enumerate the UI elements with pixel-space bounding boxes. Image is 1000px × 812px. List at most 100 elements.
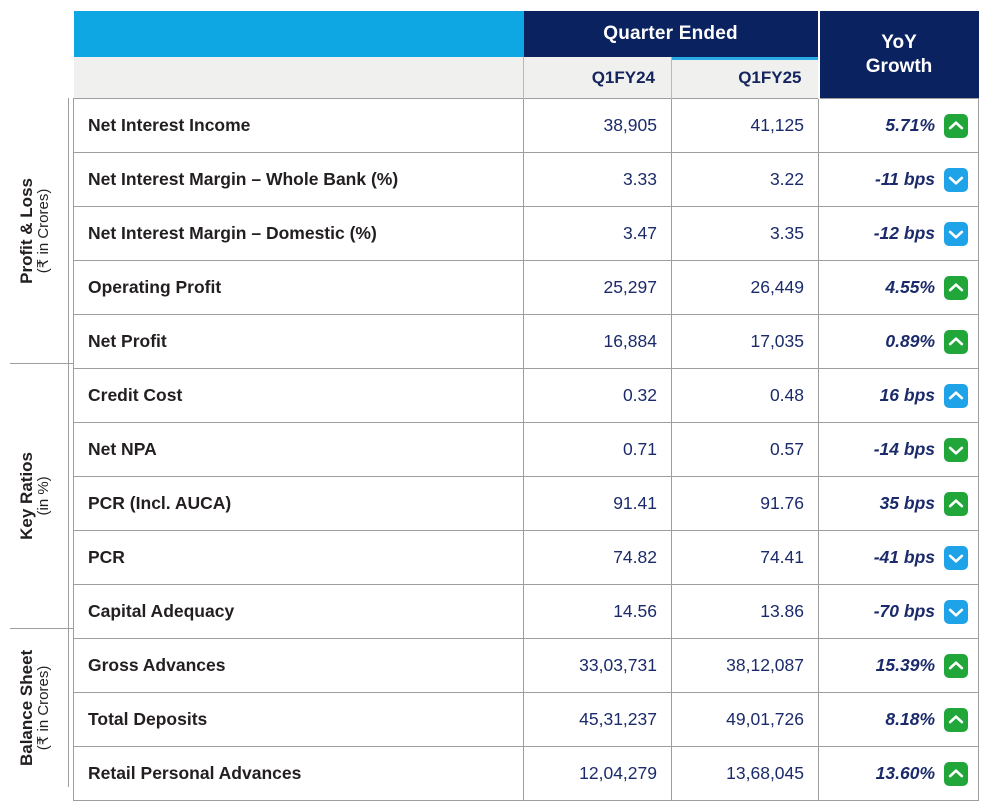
cell-yoy-growth: -12 bps (818, 206, 980, 261)
cell-q1fy24: 16,884 (523, 314, 672, 369)
section-divider (10, 628, 73, 629)
yoy-value: -11 bps (875, 169, 936, 189)
row-label: Net NPA (73, 422, 524, 477)
row-label: Net Interest Margin – Whole Bank (%) (73, 152, 524, 207)
cell-yoy-growth: -11 bps (818, 152, 980, 207)
cell-yoy-growth: 0.89% (818, 314, 980, 369)
row-label: Net Interest Income (73, 98, 524, 153)
yoy-value: 16 bps (879, 385, 936, 405)
cell-q1fy24: 14.56 (523, 584, 672, 639)
table-row: Operating Profit 25,297 26,449 4.55% (73, 260, 980, 315)
row-label: PCR (73, 530, 524, 585)
table-row: Net Interest Margin – Whole Bank (%) 3.33… (73, 152, 980, 207)
cell-q1fy24: 25,297 (523, 260, 672, 315)
section-title: Profit & Loss (17, 177, 37, 284)
chevron-up-icon-badge (944, 707, 969, 732)
chevron-up-icon-badge (944, 761, 969, 786)
header-col-q1fy24: Q1FY24 (523, 57, 672, 99)
table-row: Net NPA 0.71 0.57 -14 bps (73, 422, 980, 477)
header-spacer-grey (73, 57, 524, 99)
cell-q1fy25: 41,125 (671, 98, 820, 153)
cell-yoy-growth: 35 bps (818, 476, 980, 531)
header-quarter-ended: Quarter Ended (523, 11, 819, 57)
chevron-down-icon-badge (944, 221, 969, 246)
row-label: Credit Cost (73, 368, 524, 423)
cell-q1fy24: 0.71 (523, 422, 672, 477)
section-label-2: Key Ratios (in %) (0, 363, 70, 628)
cell-yoy-growth: 15.39% (818, 638, 980, 693)
header-row-top: Quarter Ended YoY Growth (73, 11, 979, 99)
yoy-value: -12 bps (873, 223, 936, 243)
table-row: Gross Advances 33,03,731 38,12,087 15.39% (73, 638, 980, 693)
table-header: Quarter Ended YoY Growth Q1FY24 Q1FY25 (73, 11, 979, 99)
table-row: PCR (Incl. AUCA) 91.41 91.76 35 bps (73, 476, 980, 531)
cell-q1fy25: 13,68,045 (671, 746, 820, 801)
cell-q1fy25: 91.76 (671, 476, 820, 531)
row-label: Retail Personal Advances (73, 746, 524, 801)
section-subtitle: (₹ in Crores) (35, 665, 53, 750)
row-label: Net Profit (73, 314, 524, 369)
cell-yoy-growth: -14 bps (818, 422, 980, 477)
table-row: Total Deposits 45,31,237 49,01,726 8.18% (73, 692, 980, 747)
yoy-value: -41 bps (873, 547, 936, 567)
yoy-value: 35 bps (879, 493, 936, 513)
section-rail (68, 98, 69, 363)
chevron-up-icon-badge (944, 383, 969, 408)
table-row: Net Profit 16,884 17,035 0.89% (73, 314, 980, 369)
cell-q1fy25: 13.86 (671, 584, 820, 639)
cell-q1fy25: 3.35 (671, 206, 820, 261)
row-label: PCR (Incl. AUCA) (73, 476, 524, 531)
cell-yoy-growth: 4.55% (818, 260, 980, 315)
cell-q1fy24: 0.32 (523, 368, 672, 423)
cell-yoy-growth: 8.18% (818, 692, 980, 747)
cell-q1fy24: 3.47 (523, 206, 672, 261)
section-title: Key Ratios (17, 451, 37, 540)
cell-q1fy25: 3.22 (671, 152, 820, 207)
yoy-value: -70 bps (873, 601, 936, 621)
header-spacer-cyan (73, 11, 524, 57)
results-table: Quarter Ended YoY Growth Q1FY24 Q1FY25 N… (73, 11, 980, 801)
yoy-value: 8.18% (885, 709, 936, 729)
cell-yoy-growth: 5.71% (818, 98, 980, 153)
yoy-value: 4.55% (885, 277, 936, 297)
yoy-value: 13.60% (875, 763, 936, 783)
chevron-up-icon-badge (944, 275, 969, 300)
chevron-up-icon-badge (944, 491, 969, 516)
chevron-up-icon-badge (944, 113, 969, 138)
cell-q1fy25: 0.48 (671, 368, 820, 423)
section-subtitle: (₹ in Crores) (35, 188, 53, 273)
section-label-3: Balance Sheet (₹ in Crores) (0, 628, 70, 787)
chevron-down-icon-badge (944, 437, 969, 462)
chevron-down-icon-badge (944, 545, 969, 570)
row-label: Capital Adequacy (73, 584, 524, 639)
cell-q1fy25: 38,12,087 (671, 638, 820, 693)
section-label-1: Profit & Loss (₹ in Crores) (0, 98, 70, 363)
section-rail (68, 628, 69, 787)
cell-q1fy25: 26,449 (671, 260, 820, 315)
header-col-q1fy25: Q1FY25 (670, 57, 819, 99)
chevron-up-icon-badge (944, 653, 969, 678)
section-title: Balance Sheet (17, 649, 37, 766)
results-table-container: Quarter Ended YoY Growth Q1FY24 Q1FY25 N… (73, 11, 980, 801)
header-yoy-line1: YoY (881, 32, 917, 54)
financial-highlights-table: Profit & Loss (₹ in Crores) Key Ratios (in … (0, 0, 1000, 812)
section-divider (10, 363, 73, 364)
row-label: Operating Profit (73, 260, 524, 315)
cell-q1fy24: 74.82 (523, 530, 672, 585)
yoy-value: 0.89% (885, 331, 936, 351)
cell-yoy-growth: 16 bps (818, 368, 980, 423)
table-row: Net Interest Margin – Domestic (%) 3.47 3.… (73, 206, 980, 261)
section-subtitle: (in %) (35, 475, 53, 516)
table-row: PCR 74.82 74.41 -41 bps (73, 530, 980, 585)
cell-q1fy25: 17,035 (671, 314, 820, 369)
cell-yoy-growth: -70 bps (818, 584, 980, 639)
cell-q1fy24: 38,905 (523, 98, 672, 153)
section-rail (68, 363, 69, 628)
cell-yoy-growth: -41 bps (818, 530, 980, 585)
chevron-down-icon-badge (944, 599, 969, 624)
table-row: Net Interest Income 38,905 41,125 5.71% (73, 98, 980, 153)
row-label: Net Interest Margin – Domestic (%) (73, 206, 524, 261)
cell-q1fy24: 91.41 (523, 476, 672, 531)
cell-q1fy24: 33,03,731 (523, 638, 672, 693)
cell-q1fy25: 49,01,726 (671, 692, 820, 747)
